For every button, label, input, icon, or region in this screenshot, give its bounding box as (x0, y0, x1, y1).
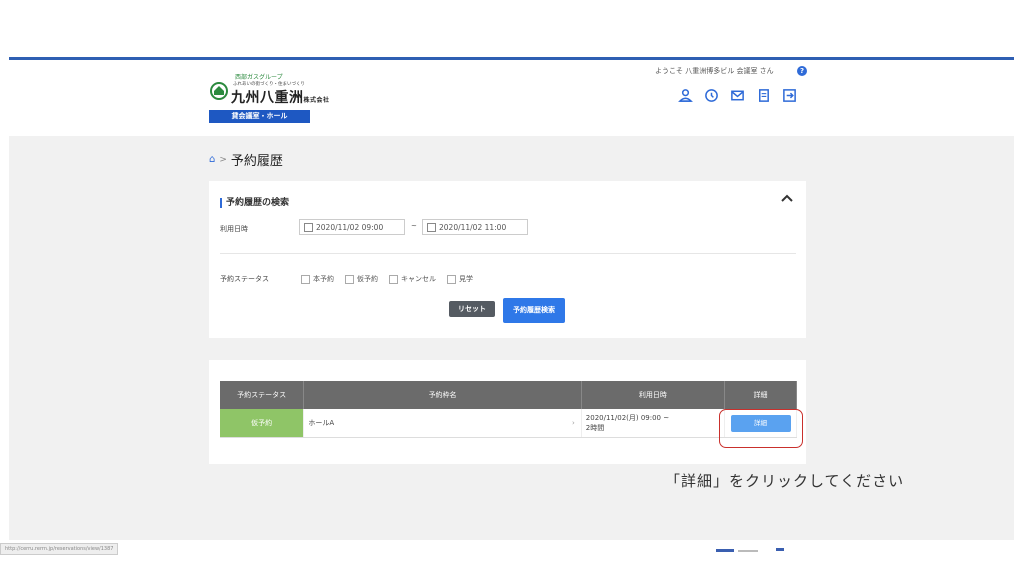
checkbox-label: 見学 (459, 275, 473, 283)
status-label: 予約ステータス (220, 275, 269, 283)
date-to-input[interactable]: 2020/11/02 11:00 (422, 219, 528, 235)
history-icon[interactable] (704, 88, 719, 103)
chevron-up-icon[interactable] (780, 192, 794, 204)
mail-icon[interactable] (730, 88, 745, 103)
checkbox[interactable] (389, 274, 398, 284)
logo-company-name: 九州八重洲株式会社 (231, 90, 330, 106)
header-icon-bar (678, 88, 797, 104)
checkbox-label: キャンセル (401, 275, 436, 283)
checkbox-label: 仮予約 (357, 275, 378, 283)
date-from-input[interactable]: 2020/11/02 09:00 (299, 219, 405, 235)
column-header-status: 予約ステータス (220, 381, 305, 409)
logout-icon[interactable] (782, 88, 797, 103)
status-badge: 仮予約 (220, 409, 305, 438)
reservation-name-text: ホールA (308, 419, 335, 427)
house-logo-icon (210, 82, 228, 100)
status-checkbox-kariyoyaku[interactable]: 仮予約 (345, 274, 378, 284)
company-logo[interactable]: 西部ガスグループ ふれあいの街づくり・住まいづくり 九州八重洲株式会社 貸会議室… (209, 72, 329, 124)
logo-group-text: 西部ガスグループ (235, 74, 283, 81)
column-header-datetime: 利用日時 (581, 381, 726, 409)
logo-service-tag: 貸会議室・ホール (209, 110, 310, 123)
reset-button[interactable]: リセット (449, 301, 495, 317)
checkbox[interactable] (345, 274, 354, 284)
calendar-icon (427, 223, 436, 232)
datetime-line: 2020/11/02(月) 09:00 ~ (585, 414, 670, 422)
divider (220, 253, 796, 254)
checkbox[interactable] (301, 274, 310, 284)
search-panel: 予約履歴の検索 利用日時 2020/11/02 09:00 ~ 2020/11/… (209, 181, 806, 338)
search-panel-title: 予約履歴の検索 (220, 198, 289, 208)
date-separator: ~ (411, 222, 417, 230)
date-to-value: 2020/11/02 11:00 (439, 223, 507, 232)
calendar-icon (304, 223, 313, 232)
welcome-text: ようこそ 八重洲博多ビル 会議室 さん (655, 67, 774, 75)
instruction-annotation: 「詳細」をクリックしてください (665, 472, 905, 490)
results-panel: 予約ステータス 予約枠名 利用日時 詳細 仮予約 ホールA › 2020/11/… (209, 360, 806, 464)
status-checkbox-honyoyaku[interactable]: 本予約 (301, 274, 334, 284)
breadcrumb-separator: > (219, 154, 227, 165)
checkbox-label: 本予約 (313, 275, 334, 283)
date-label: 利用日時 (220, 225, 248, 233)
footer-fragment (716, 548, 784, 552)
results-table: 予約ステータス 予約枠名 利用日時 詳細 仮予約 ホールA › 2020/11/… (220, 381, 797, 438)
duration-line: 2時間 (585, 424, 605, 432)
highlight-circle (719, 409, 803, 448)
header (9, 60, 1014, 136)
breadcrumb: ⌂ > 予約履歴 (209, 150, 283, 169)
table-row: 仮予約 ホールA › 2020/11/02(月) 09:00 ~ 2時間 詳細 (220, 409, 797, 438)
checkbox[interactable] (447, 274, 456, 284)
status-checkbox-cancel[interactable]: キャンセル (389, 274, 436, 284)
date-from-value: 2020/11/02 09:00 (316, 223, 384, 232)
user-icon[interactable] (678, 88, 693, 103)
reservation-name: ホールA › (303, 409, 582, 438)
help-icon[interactable]: ? (797, 66, 807, 76)
chevron-right-icon: › (571, 419, 575, 427)
home-icon[interactable]: ⌂ (209, 154, 215, 165)
column-header-name: 予約枠名 (303, 381, 582, 409)
status-checkbox-kengaku[interactable]: 見学 (447, 274, 473, 284)
reservation-datetime: 2020/11/02(月) 09:00 ~ 2時間 (581, 409, 726, 438)
column-header-detail: 詳細 (724, 381, 797, 409)
search-button[interactable]: 予約履歴検索 (503, 298, 565, 323)
page-title: 予約履歴 (230, 154, 283, 169)
status-url-text: http://cerru.rerrn.jp/reservations/view/… (0, 543, 119, 555)
document-icon[interactable] (756, 88, 771, 103)
